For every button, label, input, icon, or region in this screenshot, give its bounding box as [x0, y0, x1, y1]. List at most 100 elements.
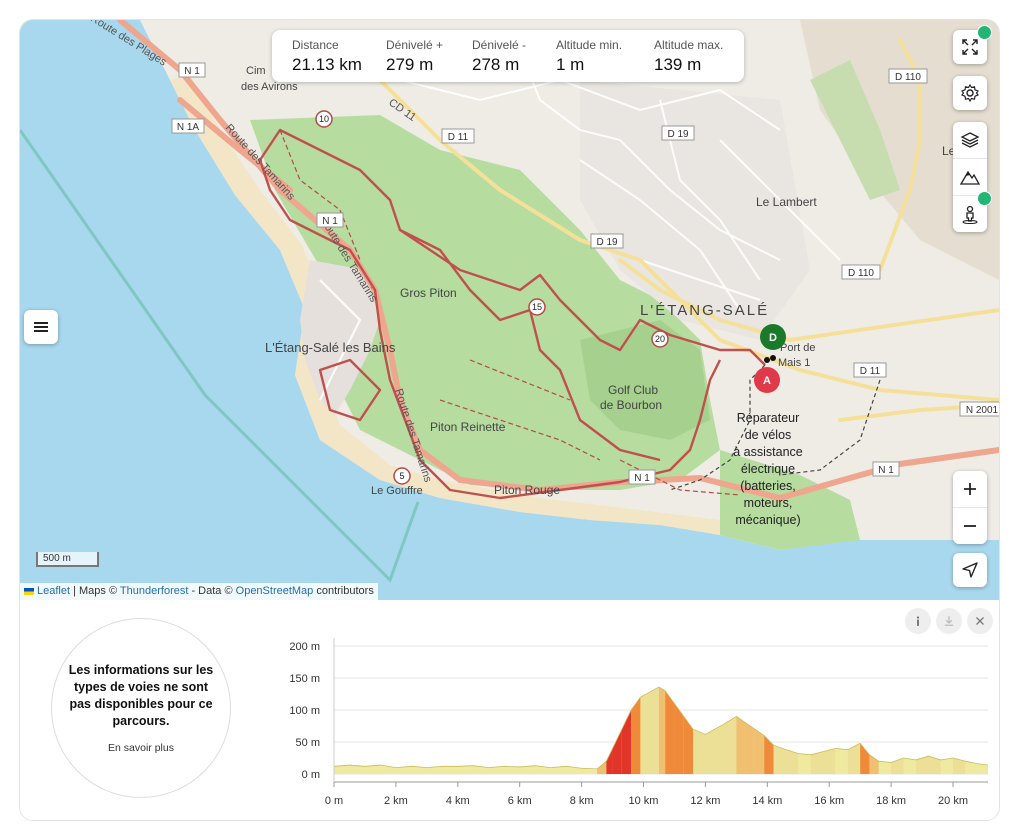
svg-text:D 19: D 19 — [667, 129, 689, 140]
way-types-info: Les informations sur les types de voies … — [51, 618, 231, 798]
svg-text:à assistance: à assistance — [733, 445, 803, 459]
end-marker[interactable]: D — [760, 324, 786, 350]
y-tick-label: 150 m — [289, 673, 320, 685]
km-marker-10: 10 — [315, 110, 333, 128]
place-port-2: Mais 1 — [778, 357, 810, 369]
zoom-in-button[interactable] — [953, 471, 987, 507]
road-shield: N 1 — [872, 461, 900, 477]
elevation-chart[interactable]: 0 m 50 m 100 m 150 m 200 m 0 m 2 km 4 km 6 km 8 k… — [280, 610, 1000, 810]
layers-button[interactable] — [953, 122, 987, 158]
place-etang-sale: L'ÉTANG-SALÉ — [640, 302, 769, 319]
svg-text:de vélos: de vélos — [745, 428, 792, 442]
road-shield: N 2001 — [959, 401, 999, 417]
stat-label: Dénivelé + — [386, 38, 444, 52]
svg-text:D 110: D 110 — [895, 72, 921, 83]
place-piton-rouge: Piton Rouge — [494, 483, 560, 497]
leaflet-link[interactable]: Leaflet — [37, 585, 70, 597]
km-marker-20: 20 — [651, 330, 669, 348]
route-stats: Distance 21.13 km Dénivelé + 279 m Déniv… — [272, 30, 744, 82]
svg-text:5: 5 — [399, 471, 404, 481]
place-cimetiere-2: des Avirons — [241, 81, 298, 93]
menu-button[interactable] — [24, 310, 58, 344]
x-tick-label: 14 km — [752, 795, 782, 807]
map-scale: 500 m — [36, 552, 99, 567]
info-message: Les informations sur les types de voies … — [68, 663, 214, 728]
y-tick-label: 0 m — [302, 769, 320, 781]
map[interactable]: Gros Piton L'Étang-Salé les Bains L'ÉTAN… — [20, 20, 999, 600]
stat-elevation-gain: Dénivelé + 279 m — [386, 38, 443, 75]
stat-elevation-loss: Dénivelé - 278 m — [472, 38, 526, 75]
map-attribution: Leaflet | Maps © Thunderforest - Data © … — [20, 583, 378, 600]
route-card: Gros Piton L'Étang-Salé les Bains L'ÉTAN… — [19, 19, 1000, 821]
thunderforest-link[interactable]: Thunderforest — [120, 585, 188, 597]
place-gros-piton: Gros Piton — [400, 286, 457, 300]
place-etang-sale-bains: L'Étang-Salé les Bains — [265, 340, 396, 355]
stat-label: Dénivelé - — [472, 38, 527, 52]
map-canvas[interactable]: Gros Piton L'Étang-Salé les Bains L'ÉTAN… — [20, 20, 999, 600]
x-tick-label: 0 m — [325, 795, 343, 807]
x-tick-label: 4 km — [446, 795, 470, 807]
x-tick-label: 16 km — [814, 795, 844, 807]
learn-more-link[interactable]: En savoir plus — [108, 742, 174, 754]
slope-segment — [649, 686, 659, 774]
svg-text:moteurs,: moteurs, — [744, 496, 793, 510]
x-tick-label: 2 km — [384, 795, 408, 807]
stat-label: Altitude max. — [654, 38, 724, 52]
road-shield: D 19 — [661, 125, 695, 141]
svg-text:15: 15 — [532, 302, 542, 312]
locate-icon — [962, 562, 978, 578]
road-shield: D 110 — [888, 68, 928, 84]
x-tick-label: 8 km — [570, 795, 594, 807]
svg-text:10: 10 — [319, 114, 329, 124]
road-shield: D 110 — [841, 264, 881, 280]
km-marker-15: 15 — [528, 298, 546, 316]
settings-button[interactable] — [953, 76, 987, 110]
stat-label: Altitude min. — [556, 38, 623, 52]
openstreetmap-link[interactable]: OpenStreetMap — [236, 585, 314, 597]
svg-text:D 11: D 11 — [448, 132, 469, 143]
stat-altitude-min: Altitude min. 1 m — [556, 38, 622, 75]
stat-value: 279 m — [386, 55, 434, 74]
attribution-text: | Maps © — [70, 585, 120, 597]
svg-text:D: D — [769, 332, 777, 344]
elevation-panel: Les informations sur les types de voies … — [20, 600, 999, 820]
place-le-gouffre: Le Gouffre — [371, 485, 423, 497]
svg-text:20: 20 — [655, 334, 665, 344]
svg-text:mécanique): mécanique) — [735, 513, 800, 527]
svg-text:N 1: N 1 — [184, 66, 200, 77]
road-shield: D 11 — [441, 128, 475, 144]
svg-text:D 11: D 11 — [860, 366, 881, 377]
stat-altitude-max: Altitude max. 139 m — [654, 38, 723, 75]
zoom-out-button[interactable] — [953, 507, 987, 544]
slope-segment — [631, 686, 641, 774]
road-shield: N 1A — [171, 118, 205, 134]
locate-button[interactable] — [953, 553, 987, 587]
svg-text:D 19: D 19 — [596, 237, 618, 248]
svg-text:électrique: électrique — [741, 462, 795, 476]
pegman-icon — [962, 205, 978, 224]
svg-text:N 1: N 1 — [878, 465, 894, 476]
fullscreen-icon — [962, 39, 978, 55]
place-le-lambert: Le Lambert — [756, 195, 817, 209]
attribution-text: contributors — [313, 585, 374, 597]
svg-text:A: A — [763, 375, 771, 387]
svg-text:N 1A: N 1A — [177, 122, 200, 133]
stat-value: 21.13 km — [292, 55, 362, 74]
stat-label: Distance — [292, 38, 339, 52]
slope-segment — [665, 686, 675, 774]
zoom-control — [953, 471, 987, 544]
stat-value: 278 m — [472, 55, 520, 74]
fullscreen-button[interactable] — [953, 25, 992, 64]
layers-icon — [960, 132, 980, 148]
x-tick-label: 18 km — [876, 795, 906, 807]
slope-segment — [658, 686, 666, 774]
slope-segment — [640, 686, 650, 774]
start-marker[interactable]: A — [754, 367, 780, 393]
gear-icon — [961, 83, 979, 103]
place-piton-reinette: Piton Reinette — [430, 420, 506, 434]
street-view-button[interactable] — [953, 191, 992, 232]
y-tick-label: 100 m — [289, 705, 320, 717]
terrain-button[interactable] — [953, 158, 987, 195]
stat-distance: Distance 21.13 km — [292, 38, 362, 75]
x-tick-label: 6 km — [508, 795, 532, 807]
